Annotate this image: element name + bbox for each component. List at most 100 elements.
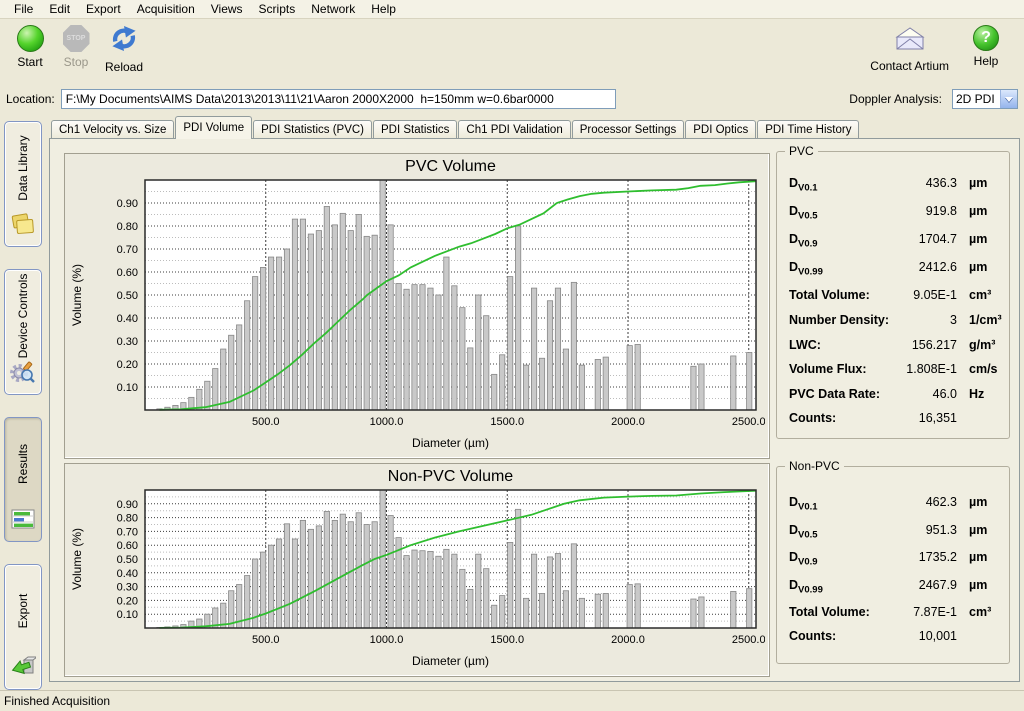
bar <box>747 589 752 628</box>
tab-pdi-optics[interactable]: PDI Optics <box>685 120 756 139</box>
bar <box>452 554 457 628</box>
pvc-volume-chart: PVC Volume0.100.200.300.400.500.600.700.… <box>65 154 765 454</box>
bar <box>523 598 528 628</box>
menu-views[interactable]: Views <box>203 0 251 18</box>
nonpvc-volume-chart: Non-PVC Volume0.100.200.300.400.500.600.… <box>65 464 765 672</box>
stat-row: DV0.5951.3µm <box>789 523 1001 541</box>
stat-row: DV0.5919.8µm <box>789 204 1001 222</box>
bar <box>300 219 305 410</box>
stat-value: 951.3 <box>891 523 957 537</box>
svg-text:0.60: 0.60 <box>117 540 138 552</box>
start-label: Start <box>17 55 42 69</box>
contact-artium-button[interactable]: Contact Artium <box>867 23 952 75</box>
doppler-analysis-combo[interactable]: 2D PDI <box>952 89 1018 109</box>
menu-help[interactable]: Help <box>363 0 404 18</box>
bar <box>603 594 608 629</box>
svg-text:Diameter (µm): Diameter (µm) <box>412 436 489 450</box>
bar <box>500 596 505 628</box>
svg-text:Volume (%): Volume (%) <box>70 528 84 590</box>
bar <box>699 597 704 628</box>
menu-scripts[interactable]: Scripts <box>251 0 304 18</box>
tab-processor-settings[interactable]: Processor Settings <box>572 120 685 139</box>
bar <box>444 257 449 410</box>
bar <box>492 605 497 628</box>
bar <box>563 591 568 628</box>
sidebar: Data Library Device Controls <box>0 113 47 690</box>
combo-dropdown-button[interactable] <box>1000 90 1017 108</box>
menu-edit[interactable]: Edit <box>41 0 78 18</box>
help-label: Help <box>974 54 999 68</box>
bar <box>627 346 632 410</box>
stat-row: DV0.992467.9µm <box>789 578 1001 596</box>
stat-label: DV0.9 <box>789 550 891 568</box>
stat-value: 1.808E-1 <box>891 362 957 376</box>
stop-label: Stop <box>64 55 89 69</box>
bar <box>452 286 457 410</box>
menu-file[interactable]: File <box>6 0 41 18</box>
bar <box>356 513 361 628</box>
tab-pdi-statistics[interactable]: PDI Statistics <box>373 120 457 139</box>
stat-value: 919.8 <box>891 204 957 218</box>
bar <box>635 584 640 628</box>
reload-button[interactable]: Reload <box>102 23 146 76</box>
bar <box>731 356 736 410</box>
tab-ch1-pdi-validation[interactable]: Ch1 PDI Validation <box>458 120 570 139</box>
menu-bar: File Edit Export Acquisition Views Scrip… <box>0 0 1024 19</box>
svg-text:0.50: 0.50 <box>117 290 138 302</box>
svg-text:0.80: 0.80 <box>117 513 138 525</box>
status-text: Finished Acquisition <box>4 694 110 708</box>
stat-label: DV0.9 <box>789 232 891 250</box>
bar <box>547 557 552 628</box>
bar <box>595 359 600 410</box>
sidebar-label: Data Library <box>5 122 41 214</box>
tab-pdi-time-history[interactable]: PDI Time History <box>757 120 859 139</box>
stat-row: PVC Data Rate:46.0Hz <box>789 387 1001 401</box>
bar <box>507 277 512 410</box>
menu-network[interactable]: Network <box>303 0 363 18</box>
svg-text:0.90: 0.90 <box>117 499 138 511</box>
location-label: Location: <box>6 92 55 106</box>
svg-text:1500.0: 1500.0 <box>490 416 524 428</box>
svg-text:0.40: 0.40 <box>117 313 138 325</box>
bar <box>316 526 321 628</box>
bar <box>340 213 345 410</box>
help-button[interactable]: ? Help <box>966 23 1006 75</box>
start-button[interactable]: Start <box>10 23 50 76</box>
sidebar-item-device-controls[interactable]: Device Controls <box>4 269 42 395</box>
bar <box>460 569 465 628</box>
bar <box>691 366 696 410</box>
tab-ch1-velocity-vs-size[interactable]: Ch1 Velocity vs. Size <box>51 120 174 139</box>
application-window: File Edit Export Acquisition Views Scrip… <box>0 0 1024 711</box>
svg-text:1000.0: 1000.0 <box>370 416 404 428</box>
menu-acquisition[interactable]: Acquisition <box>129 0 203 18</box>
bar <box>571 544 576 628</box>
tab-pdi-statistics-pvc[interactable]: PDI Statistics (PVC) <box>253 120 372 139</box>
stop-icon: STOP <box>63 25 90 52</box>
stat-unit: cm/s <box>957 362 1001 376</box>
stat-label: LWC: <box>789 338 891 352</box>
tab-pdi-volume[interactable]: PDI Volume <box>175 116 252 139</box>
bar <box>300 520 305 628</box>
pvc-stat-rows: DV0.1436.3µmDV0.5919.8µmDV0.91704.7µmDV0… <box>777 152 1009 425</box>
folders-icon <box>10 212 36 241</box>
stat-label: DV0.5 <box>789 204 891 222</box>
bar <box>332 225 337 410</box>
toolbar: Start STOP Stop Reload <box>0 19 1024 85</box>
bar <box>348 522 353 628</box>
sidebar-item-results[interactable]: Results <box>4 417 42 543</box>
stat-unit: µm <box>957 550 1001 564</box>
svg-text:2000.0: 2000.0 <box>611 416 645 428</box>
bar <box>284 524 289 628</box>
sidebar-item-export[interactable]: Export <box>4 564 42 690</box>
tab-container: Ch1 Velocity vs. Size PDI Volume PDI Sta… <box>49 116 1020 682</box>
stat-row: Counts:16,351 <box>789 411 1001 425</box>
svg-text:0.30: 0.30 <box>117 582 138 594</box>
stat-row: Total Volume:9.05E-1cm³ <box>789 288 1001 302</box>
sidebar-item-data-library[interactable]: Data Library <box>4 121 42 247</box>
bar <box>699 364 704 410</box>
pvc-group-title: PVC <box>785 144 818 158</box>
location-input[interactable] <box>61 89 616 109</box>
bar <box>364 236 369 410</box>
reload-icon <box>110 25 138 57</box>
menu-export[interactable]: Export <box>78 0 129 18</box>
